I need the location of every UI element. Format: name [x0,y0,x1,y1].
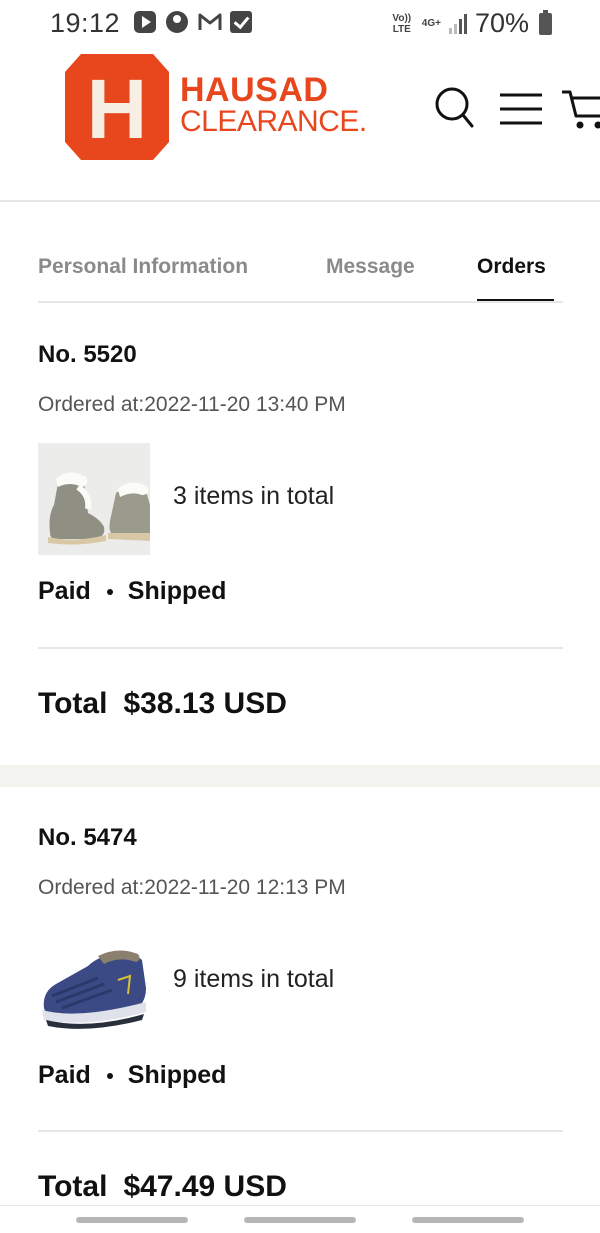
payment-status: Paid [38,577,91,605]
tab-message[interactable]: Message [326,253,415,301]
battery-icon [539,9,552,35]
notification-icons [134,11,252,33]
product-thumbnail[interactable] [38,443,150,555]
brand-name-line1: HAUSAD [180,71,329,109]
tab-orders[interactable]: Orders [477,253,554,301]
product-thumbnail[interactable] [38,926,150,1038]
total-label: Total [38,1170,108,1203]
battery-percent: 70% [474,8,529,38]
brand-logo-icon[interactable]: H [63,52,171,162]
youtube-icon [134,11,156,33]
tab-personal-information[interactable]: Personal Information [38,253,248,301]
brand-name-line2: CLEARANCE. [180,105,367,138]
menu-icon[interactable] [498,92,544,126]
nav-back-button[interactable] [412,1217,524,1223]
status-separator [106,588,113,595]
order-number: No. 5474 [38,824,137,851]
order-status: Paid Shipped [38,1061,226,1090]
order-number: No. 5520 [38,341,137,368]
shipping-status: Shipped [127,577,227,605]
checkbox-icon [230,11,252,33]
status-time: 19:12 [50,8,121,38]
order-divider [38,1130,563,1132]
gmail-icon [198,11,222,33]
cart-icon[interactable] [560,86,600,130]
items-count: 9 items in total [173,965,335,993]
payment-status: Paid [38,1061,91,1089]
volte-indicator: Vo)) LTE [392,12,412,35]
signal-icon [448,13,467,34]
total-value: $47.49 USD [123,1170,287,1203]
order-total: Total $38.13 USD [38,687,287,721]
account-icon [166,11,188,33]
order-status: Paid Shipped [38,577,226,606]
logo-letter: H [87,62,148,156]
total-label: Total [38,687,108,720]
order-date: Ordered at:2022-11-20 12:13 PM [38,876,346,899]
total-value: $38.13 USD [123,687,287,720]
account-tabs: Personal Information Message Orders [38,253,563,303]
status-bar: 19:12 Vo)) LTE 4G+ 70% [0,0,600,46]
nav-home-button[interactable] [244,1217,356,1223]
network-type: 4G+ [421,18,441,29]
items-count: 3 items in total [173,482,335,510]
site-header: H HAUSAD CLEARANCE. [0,46,600,202]
nav-recents-button[interactable] [76,1217,188,1223]
system-status: Vo)) LTE 4G+ 70% [390,8,552,39]
status-separator [106,1072,113,1079]
order-total: Total $47.49 USD [38,1170,287,1204]
order-separator [0,765,600,787]
system-navigation-bar [0,1205,600,1233]
shipping-status: Shipped [127,1061,227,1089]
order-date: Ordered at:2022-11-20 13:40 PM [38,393,346,416]
search-icon[interactable] [434,86,474,130]
brand-wordmark[interactable]: HAUSAD CLEARANCE. [180,71,367,138]
order-divider [38,647,563,649]
